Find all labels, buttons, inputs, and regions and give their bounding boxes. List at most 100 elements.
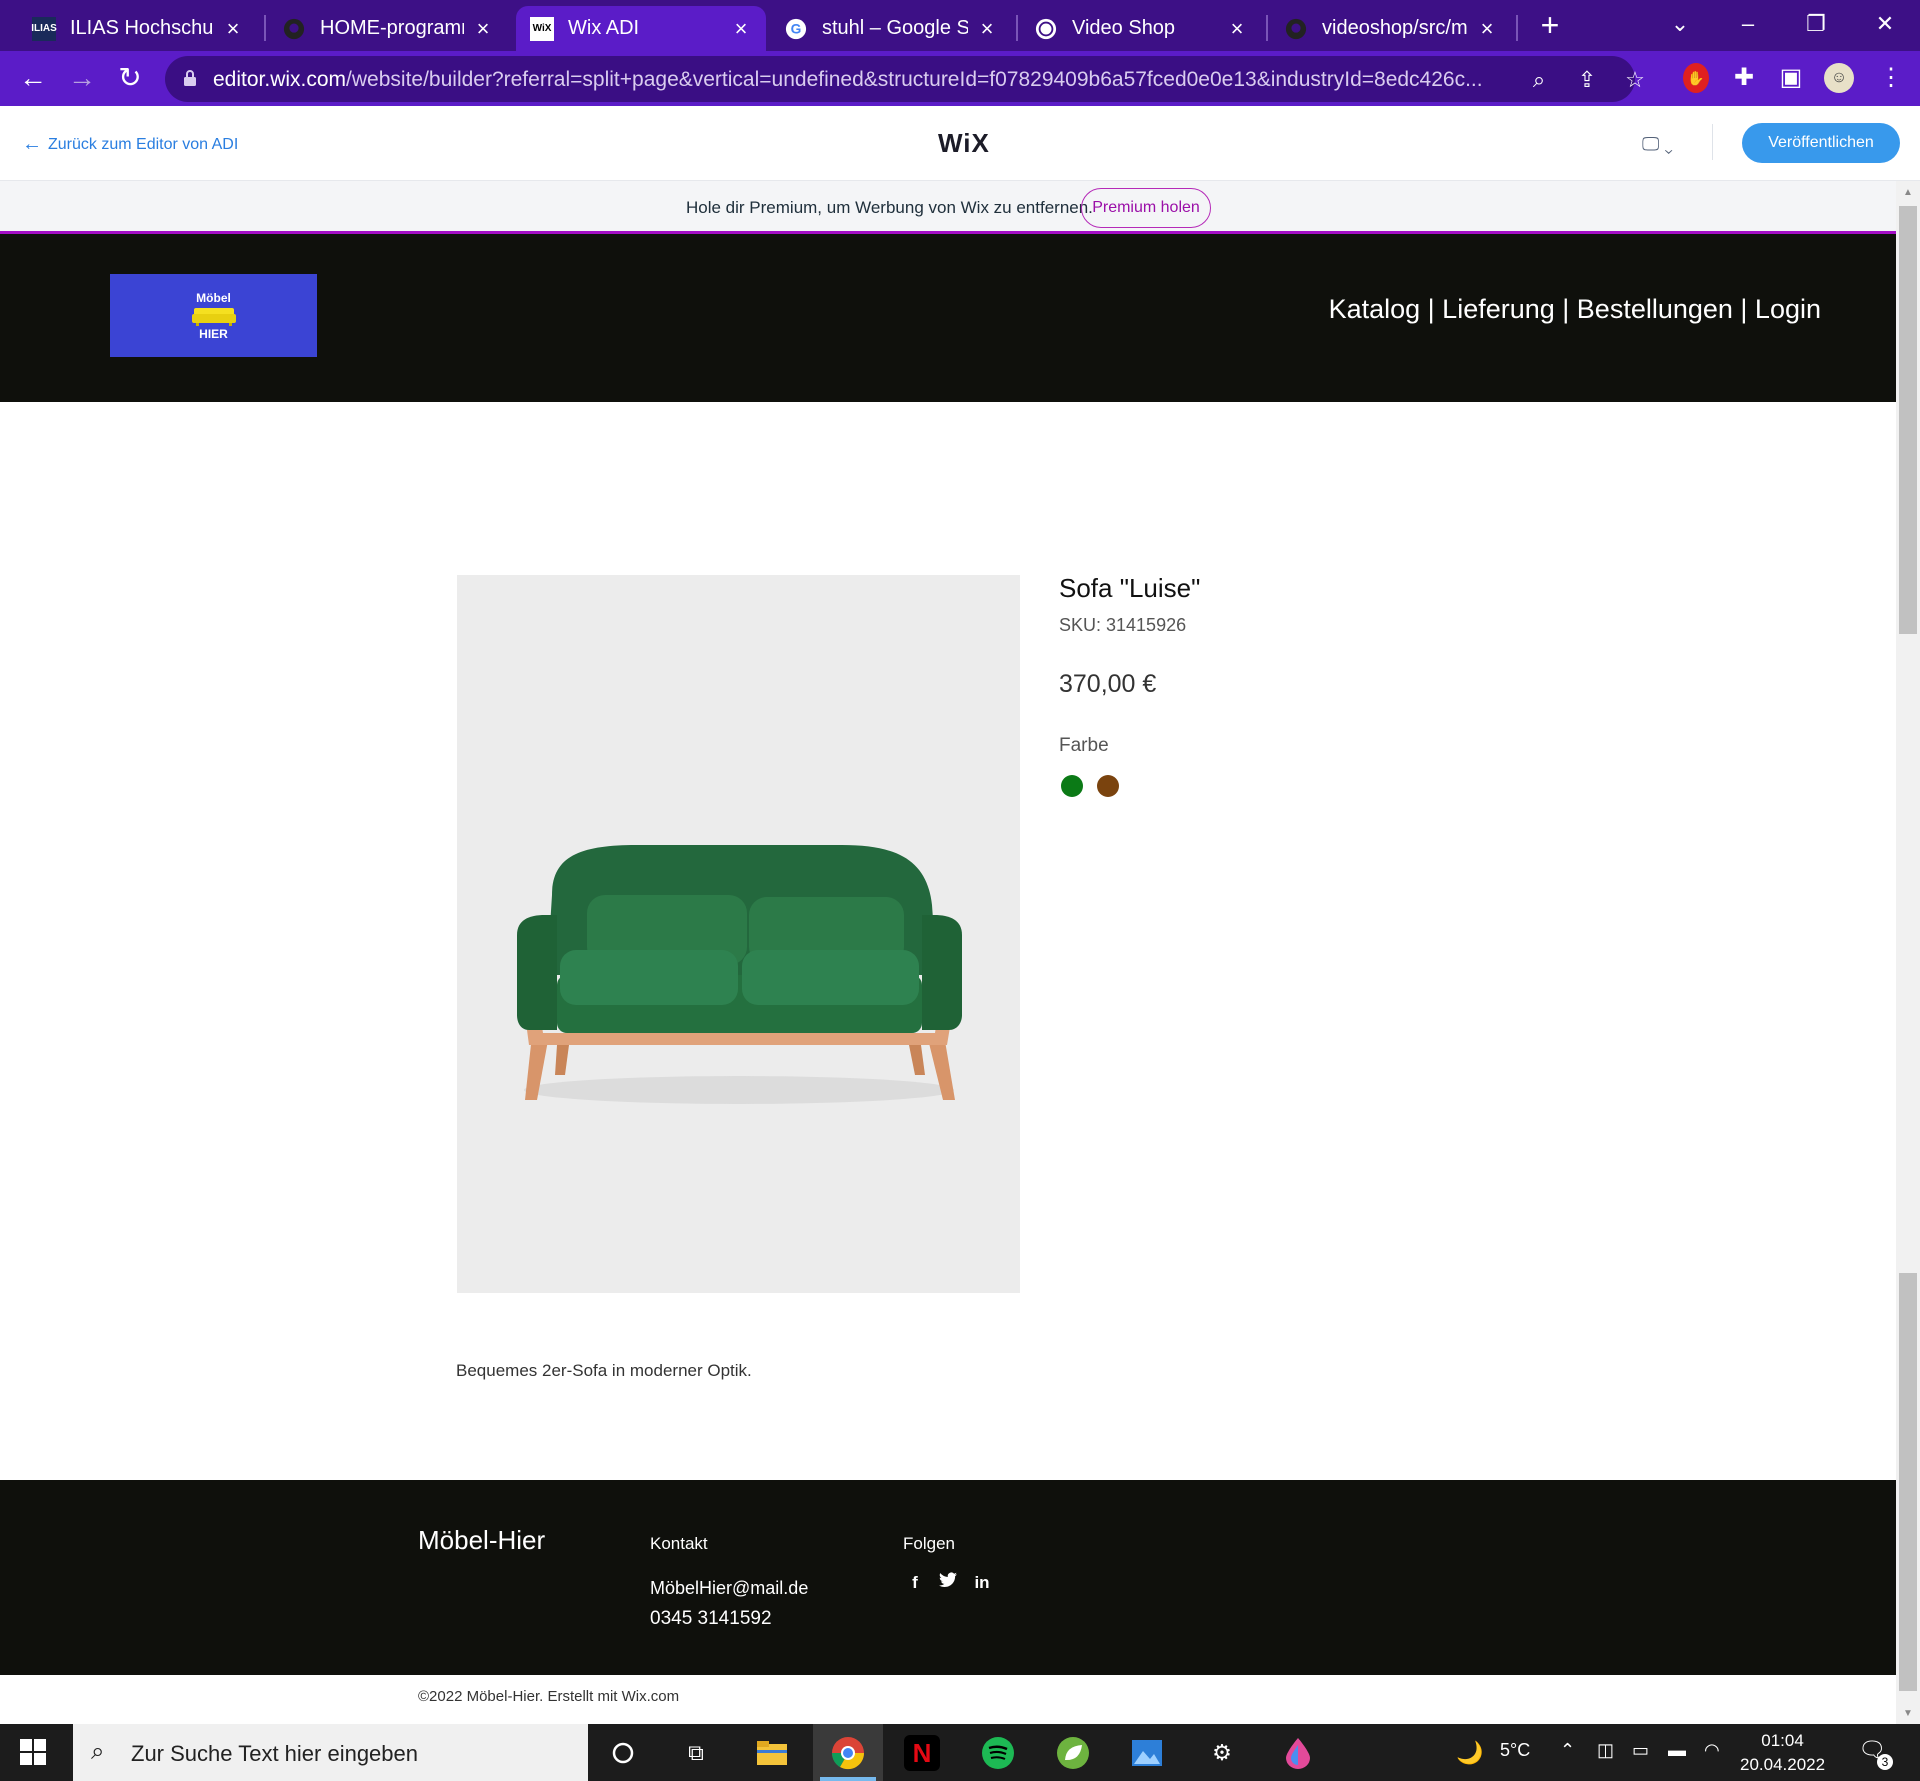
github-icon [282,17,306,41]
weather-temperature[interactable]: 5°C [1500,1740,1530,1761]
search-placeholder: Zur Suche Text hier eingeben [131,1741,418,1766]
minimize-button[interactable]: – [1725,4,1771,44]
back-arrow-icon[interactable]: ← [15,60,51,96]
taskbar-search-box[interactable]: ⌕ Zur Suche Text hier eingeben [73,1724,588,1781]
clock-date: 20.04.2022 [1740,1755,1826,1774]
windows-start-icon[interactable] [20,1739,46,1765]
tray-chevron-up-icon[interactable]: ⌃ [1560,1740,1575,1761]
chrome-icon[interactable] [830,1735,866,1771]
tab-separator [264,15,266,41]
tab-separator [1266,15,1268,41]
site-logo[interactable]: Möbel HIER [110,274,317,357]
premium-text: Hole dir Premium, um Werbung von Wix zu … [686,198,1093,217]
weather-moon-icon[interactable]: 🌙 [1456,1740,1483,1766]
lock-icon[interactable] [183,69,197,87]
taskbar-clock[interactable]: 01:04 20.04.2022 [1740,1729,1825,1777]
wifi-icon[interactable]: ◠ [1704,1740,1720,1761]
address-bar[interactable]: editor.wix.com/website/builder?referral=… [165,56,1645,102]
tab-ilias[interactable]: ILIAS ILIAS Hochschule M × [18,6,258,51]
publish-button[interactable]: Veröffentlichen [1742,123,1900,163]
settings-gear-icon[interactable]: ⚙ [1204,1735,1240,1771]
close-icon[interactable]: × [730,17,752,40]
close-icon[interactable]: × [222,17,244,40]
scrollbar-thumb[interactable] [1899,206,1917,634]
close-icon[interactable]: × [472,17,494,40]
site-navigation[interactable]: Katalog | Lieferung | Bestellungen | Log… [1329,294,1821,325]
forward-arrow-icon[interactable]: → [64,60,100,96]
active-indicator [820,1777,876,1781]
product-image[interactable] [457,575,1020,1293]
product-sku: SKU: 31415926 [1059,615,1187,635]
sofa-logo-icon [191,307,236,326]
tab-google-search[interactable]: G stuhl – Google Suc × [770,6,1012,51]
netflix-icon[interactable]: N [904,1735,940,1771]
adblock-extension-icon[interactable]: ✋ [1683,63,1709,93]
color-label: Farbe [1059,735,1109,756]
wix-icon: WiX [530,16,554,41]
tab-wix-adi[interactable]: WiX Wix ADI × [516,6,766,51]
meet-now-icon[interactable]: ◫ [1597,1740,1614,1761]
google-icon: G [784,17,808,41]
reload-icon[interactable]: ↻ [112,60,148,96]
green-sofa-image [517,845,962,1104]
facebook-icon[interactable]: f [904,1572,926,1594]
bookmark-star-icon[interactable]: ☆ [1621,66,1649,94]
tab-github-videoshop[interactable]: videoshop/src/mair × [1270,6,1512,51]
tab-video-shop[interactable]: Video Shop × [1020,6,1262,51]
wix-logo: WiX [938,128,990,158]
ilias-icon: ILIAS [31,16,57,41]
restore-button[interactable]: ❐ [1793,4,1839,44]
linkedin-icon[interactable]: in [971,1572,993,1594]
back-link-label: Zurück zum Editor von ADI [48,135,239,153]
logo-text-bottom: HIER [199,326,228,341]
new-tab-button[interactable]: + [1532,8,1568,44]
close-window-button[interactable]: ✕ [1862,4,1908,44]
github-icon [1284,17,1308,41]
tab-search-chevron-icon[interactable]: ⌄ [1657,4,1703,44]
profile-avatar[interactable]: ☺ [1824,63,1854,93]
get-premium-button[interactable]: Premium holen [1081,188,1211,228]
url-text[interactable]: editor.wix.com/website/builder?referral=… [213,68,1533,92]
close-icon[interactable]: × [1226,17,1248,40]
wix-editor-header: ← Zurück zum Editor von ADI WiX 🖵 ⌄ Verö… [0,106,1920,181]
tab-github-home[interactable]: HOME-programmir × [268,6,508,51]
desktop-view-icon[interactable]: 🖵 ⌄ [1642,134,1673,155]
photos-icon[interactable] [1129,1735,1165,1771]
close-icon[interactable]: × [976,17,998,40]
twitter-icon[interactable] [937,1572,959,1594]
product-name: Sofa "Luise" [1059,573,1201,603]
zoom-icon[interactable]: ⌕ [1525,66,1553,94]
tab-separator [1016,15,1018,41]
scroll-up-arrow-icon[interactable]: ▲ [1899,187,1917,201]
browser-tab-strip: ILIAS ILIAS Hochschule M × HOME-programm… [0,0,1920,51]
paint-drop-icon[interactable] [1280,1735,1316,1771]
extensions-puzzle-icon[interactable]: ✚ [1729,63,1759,93]
side-panel-icon[interactable]: ▣ [1776,63,1806,93]
tab-title: ILIAS Hochschule M [70,17,214,39]
footer-phone: 0345 3141592 [650,1608,772,1629]
site-header: Möbel HIER Katalog | Lieferung | Bestell… [0,234,1896,402]
scroll-down-arrow-icon[interactable]: ▼ [1899,1708,1917,1722]
divider [1712,124,1713,160]
spotify-icon[interactable] [980,1735,1016,1771]
color-swatch-brown[interactable] [1097,775,1119,797]
tab-title: stuhl – Google Suc [822,17,968,39]
battery-icon[interactable]: ▬ [1668,1740,1686,1761]
display-icon[interactable]: ▭ [1632,1740,1649,1761]
browser-menu-icon[interactable]: ⋮ [1876,63,1906,93]
footer-contact-heading: Kontakt [650,1534,708,1553]
footer-email-link[interactable]: MöbelHier@mail.de [650,1578,808,1599]
file-explorer-icon[interactable] [754,1735,790,1771]
tab-separator [1516,15,1518,41]
share-icon[interactable]: ⇪ [1573,66,1601,94]
task-view-icon[interactable]: ⧉ [678,1735,714,1771]
close-icon[interactable]: × [1476,17,1498,40]
color-swatch-green[interactable] [1061,775,1083,797]
scrollbar-thumb-lower[interactable] [1899,1273,1917,1691]
tab-title: Wix ADI [568,17,640,39]
cortana-icon[interactable] [605,1735,641,1771]
spring-tool-icon[interactable] [1055,1735,1091,1771]
back-to-adi-link[interactable]: ← Zurück zum Editor von ADI [22,133,238,156]
svg-text:G: G [791,21,802,36]
arrow-left-icon: ← [22,133,42,155]
